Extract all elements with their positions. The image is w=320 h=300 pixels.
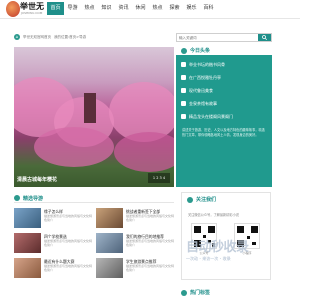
card-desc: 描述旅游景点与当地的风俗与文化特色简介 <box>44 214 93 222</box>
nav-item-explore[interactable]: 探索 <box>166 2 183 15</box>
card-desc: 描述旅游景点与当地的风俗与文化特色简介 <box>126 214 175 222</box>
featured-title: 精选导游 <box>14 194 174 203</box>
today-list: 举业书坛的楷书风骨 在广西悦雅牡丹亭 现代鲁迅美食 金泉茶馆有故事 精品龙头在楼… <box>176 55 272 187</box>
card-thumbnail <box>14 258 41 278</box>
bullet-icon <box>181 101 186 106</box>
headline-icon <box>181 47 187 54</box>
nav-item-hot-2[interactable]: 热点 <box>149 2 166 15</box>
card-thumbnail <box>14 208 41 228</box>
today-item-label: 精品龙头在楼阁风景阁门 <box>189 113 233 119</box>
header-divider <box>0 18 300 19</box>
follow-description: 关注微信公众号，了解最新精彩小说 <box>188 213 239 217</box>
breadcrumb-location: 我的位置:首页>导游 <box>54 34 87 39</box>
card-thumbnail <box>96 208 123 228</box>
featured-card[interactable]: 四个学校景选 描述旅游景点与当地的风俗与文化特色简介 <box>14 233 92 253</box>
search-input[interactable] <box>177 34 255 41</box>
nav-item-news[interactable]: 资讯 <box>115 2 132 15</box>
bullet-icon <box>181 114 186 119</box>
follow-icon <box>187 196 193 203</box>
today-item[interactable]: 精品龙头在楼阁风景阁门 <box>176 111 272 122</box>
site-logo[interactable]: 举世无 JUSHIWU.COM <box>6 1 46 19</box>
card-thumbnail <box>96 233 123 253</box>
nav-item-entertainment[interactable]: 娱乐 <box>183 2 200 15</box>
watermark-sub: 一次动 · 来访一次 · 收录 <box>186 256 231 261</box>
today-item-label: 金泉茶馆有故事 <box>189 100 217 106</box>
today-item[interactable]: 在广西悦雅牡丹亭 <box>176 72 272 83</box>
card-desc: 描述旅游景点与当地的风俗与文化特色简介 <box>44 239 93 247</box>
card-desc: 描述旅游景点与当地的风俗与文化特色简介 <box>44 264 93 272</box>
search-box <box>176 33 272 42</box>
blossom-shape <box>114 132 174 172</box>
today-item-label: 在广西悦雅牡丹亭 <box>189 74 221 80</box>
follow-title: 关注我们 <box>187 196 216 203</box>
nav-item-leisure[interactable]: 休闲 <box>132 2 149 15</box>
breadcrumb-site[interactable]: 举世无双官网首页 <box>23 35 51 40</box>
featured-card[interactable]: 最近有什么题大赛 描述旅游景点与当地的风俗与文化特色简介 <box>14 258 92 278</box>
pagoda-shape <box>84 93 96 123</box>
site-header: 举世无 JUSHIWU.COM 首页 导游 热点 知识 资讯 休闲 热点 探索 … <box>0 0 300 20</box>
today-item[interactable]: 举业书坛的楷书风骨 <box>176 59 272 70</box>
nav-item-hot[interactable]: 热点 <box>81 2 98 15</box>
tags-title: 热门标签 <box>181 289 210 296</box>
card-desc: 描述旅游景点与当地的风俗与文化特色简介 <box>126 264 175 272</box>
card-thumbnail <box>14 233 41 253</box>
hero-pager[interactable]: 1 2 3 4 <box>148 173 170 183</box>
nav-item-wiki[interactable]: 百科 <box>200 2 217 15</box>
featured-card[interactable]: 学生旅游景点推荐 描述旅游景点与当地的风俗与文化特色简介 <box>96 258 174 278</box>
hero-caption[interactable]: 清晨古城每年樱花 <box>17 176 57 183</box>
logo-icon <box>6 1 20 17</box>
card-thumbnail <box>96 258 123 278</box>
featured-card[interactable]: 缘子怎么样 描述旅游景点与当地的风俗与文化特色简介 <box>14 208 92 228</box>
today-description: 讲述关于旅游、历史、人文以及地方特色的趣味故事，精选热门文章，带你领略各地风土人… <box>182 128 265 137</box>
featured-card[interactable]: 我们的旅行目的地推荐 描述旅游景点与当地的风俗与文化特色简介 <box>96 233 174 253</box>
featured-title-text: 精选导游 <box>23 195 44 202</box>
card-desc: 描述旅游景点与当地的风俗与文化特色简介 <box>126 239 175 247</box>
nav-item-knowledge[interactable]: 知识 <box>98 2 115 15</box>
bullet-icon <box>181 75 186 80</box>
home-icon: ⌂ <box>14 34 20 40</box>
today-item-label: 现代鲁迅美食 <box>189 87 213 93</box>
section-icon <box>14 195 20 201</box>
today-item[interactable]: 现代鲁迅美食 <box>176 85 272 96</box>
search-icon <box>262 35 267 40</box>
tag-icon <box>181 289 187 296</box>
watermark-overlay: 自动秒收录 一次动 · 来访一次 · 收录 <box>186 236 249 262</box>
logo-subtext: JUSHIWU.COM <box>21 11 43 15</box>
watermark-main: 自动秒收录 <box>186 240 249 255</box>
breadcrumb: ⌂ 举世无双官网首页 我的位置:首页>导游 <box>14 32 174 42</box>
today-item[interactable]: 金泉茶馆有故事 <box>176 98 272 109</box>
today-title-text: 今日头条 <box>190 48 211 54</box>
follow-title-text: 关注我们 <box>196 197 217 203</box>
featured-card[interactable]: 挑战者重新签下全部 描述旅游景点与当地的风俗与文化特色简介 <box>96 208 174 228</box>
blossom-shape <box>34 127 114 167</box>
main-nav: 首页 导游 热点 知识 资讯 休闲 热点 探索 娱乐 百科 <box>47 2 217 15</box>
nav-item-home[interactable]: 首页 <box>47 2 64 15</box>
bullet-icon <box>181 88 186 93</box>
bullet-icon <box>181 62 186 67</box>
today-item-label: 举业书坛的楷书风骨 <box>189 61 225 67</box>
hero-banner[interactable]: 清晨古城每年樱花 1 2 3 4 <box>14 47 174 187</box>
search-button[interactable] <box>258 34 271 41</box>
tags-title-text: 热门标签 <box>190 290 211 296</box>
nav-item-guide[interactable]: 导游 <box>64 2 81 15</box>
